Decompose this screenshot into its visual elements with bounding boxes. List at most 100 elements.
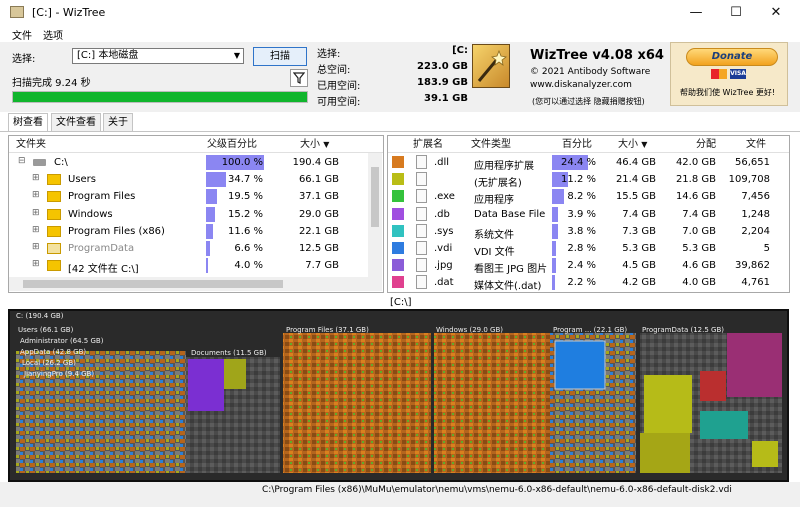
filetype-color-swatch <box>392 224 404 237</box>
menu-bar <box>0 26 800 42</box>
website-link[interactable]: www.diskanalyzer.com <box>530 80 632 90</box>
filetype-ext: .db <box>434 208 450 220</box>
type-col-files[interactable]: 文件 <box>746 137 766 153</box>
filetype-alloc: 4.0 GB <box>682 277 716 289</box>
tree-hscroll[interactable] <box>9 277 382 291</box>
expand-toggle-icon[interactable]: ⊞ <box>32 225 40 235</box>
stats-used-value: 183.9 GB <box>417 77 468 88</box>
tree-col-size[interactable]: 大小 ▼ <box>300 137 329 153</box>
filetype-size: 7.3 GB <box>622 225 656 237</box>
filetype-name: 看图王 JPG 图片 <box>474 264 548 276</box>
tree-vscroll[interactable] <box>368 153 382 277</box>
treemap[interactable] <box>8 309 789 482</box>
tree-row-name: Users <box>68 174 97 186</box>
filetype-row[interactable]: .dll 应用程序扩展 24.4 % 46.4 GB 42.0 GB 56,651 <box>388 154 788 172</box>
filetype-size: 7.4 GB <box>622 208 656 220</box>
close-button[interactable]: ✕ <box>756 2 796 24</box>
filetype-color-swatch <box>392 173 404 186</box>
filetype-row[interactable]: (无扩展名) 11.2 % 21.4 GB 21.8 GB 109,708 <box>388 171 788 189</box>
expand-toggle-icon[interactable]: ⊞ <box>32 208 40 218</box>
type-col-size[interactable]: 大小 ▼ <box>618 137 647 153</box>
filetype-row[interactable]: .jpg 看图王 JPG 图片 2.4 % 4.5 GB 4.6 GB 39,862 <box>388 257 788 276</box>
filetype-ext: .vdi <box>434 243 453 254</box>
scan-button[interactable]: 扫描 <box>253 47 307 66</box>
expand-toggle-icon[interactable]: ⊞ <box>32 259 40 269</box>
copyright-text: © 2021 Antibody Software <box>530 67 651 77</box>
filter-button[interactable] <box>290 69 308 87</box>
donate-hide-note: (您可以通过选择 隐藏捐赠按钮) <box>532 97 645 106</box>
treemap-label-users: Users (66.1 GB) <box>18 326 74 334</box>
minimize-button[interactable]: — <box>676 2 716 24</box>
file-icon <box>416 275 427 290</box>
filetype-row[interactable]: .sys 系统文件 3.8 % 7.3 GB 7.0 GB 2,204 <box>388 223 788 241</box>
filetype-row[interactable]: .db Data Base File 3.9 % 7.4 GB 7.4 GB 1,248 <box>388 206 788 223</box>
menu-options[interactable]: 选项 <box>43 27 63 42</box>
tree-col-size-label: 大小 <box>300 139 320 150</box>
window-title: [C:] - WizTree <box>32 6 106 19</box>
filetype-ext: .jpg <box>434 260 453 272</box>
filetype-row[interactable]: .vdi VDI 文件 2.8 % 5.3 GB 5.3 GB 5 <box>388 240 788 258</box>
expand-toggle-icon[interactable]: ⊞ <box>32 173 40 183</box>
select-label: 选择: <box>12 54 36 65</box>
menu-file[interactable]: 文件 <box>12 27 32 42</box>
tree-vscroll-thumb[interactable] <box>371 167 379 227</box>
tree-row-pct: 19.5 % <box>228 191 263 203</box>
maximize-button[interactable]: ☐ <box>716 2 756 24</box>
tree-row-size: 22.1 GB <box>298 225 339 237</box>
tree-row[interactable]: ⊞ Program Files (x86) 11.6 % 22.1 GB <box>9 223 368 240</box>
tree-row-pct: 4.0 % <box>234 260 263 272</box>
treemap-canvas[interactable] <box>10 311 787 480</box>
tree-header-divider <box>9 152 383 153</box>
tree-row[interactable]: ⊞ [42 文件在 C:\] 4.0 % 7.7 GB <box>9 257 368 276</box>
treemap-label-jianying: JianyingPro (9.4 GB) <box>24 370 95 378</box>
expand-toggle-icon[interactable]: ⊞ <box>32 242 40 252</box>
treemap-label-root: C: (190.4 GB) <box>16 312 64 320</box>
tree-row-pct: 6.6 % <box>234 243 263 254</box>
filetype-size: 5.3 GB <box>622 243 656 254</box>
filetype-color-swatch <box>392 242 404 254</box>
tree-row[interactable]: ⊟ C:\ 100.0 % 190.4 GB <box>9 154 368 171</box>
file-icon <box>416 241 427 255</box>
tab-tree-view[interactable]: 树查看 <box>8 113 48 131</box>
tree-row[interactable]: ⊞ Users 34.7 % 66.1 GB <box>9 171 368 188</box>
filetype-color-swatch <box>392 156 404 168</box>
filetype-files: 109,708 <box>728 174 770 186</box>
type-col-alloc[interactable]: 分配 <box>696 137 716 153</box>
drive-select-value: [C:] 本地磁盘 <box>77 50 139 61</box>
type-col-type[interactable]: 文件类型 <box>471 137 511 153</box>
donate-text: 帮助我们使 WizTree 更好! <box>680 88 776 97</box>
donate-button[interactable]: Donate <box>686 48 778 66</box>
filetype-ext: .sys <box>434 225 454 237</box>
drive-select[interactable]: [C:] 本地磁盘 ▼ <box>72 48 244 64</box>
expand-toggle-icon[interactable]: ⊟ <box>18 156 26 166</box>
tree-row[interactable]: ⊞ ProgramData 6.6 % 12.5 GB <box>9 240 368 257</box>
filetype-row[interactable]: .exe 应用程序 8.2 % 15.5 GB 14.6 GB 7,456 <box>388 188 788 206</box>
tree-row-size: 37.1 GB <box>298 191 339 203</box>
filetype-alloc: 21.8 GB <box>675 174 716 186</box>
filetype-size: 4.2 GB <box>622 277 656 289</box>
tree-row[interactable]: ⊞ Windows 15.2 % 29.0 GB <box>9 206 368 223</box>
filetype-size: 46.4 GB <box>615 157 656 168</box>
type-col-ext[interactable]: 扩展名 <box>413 137 443 153</box>
tree-col-pct[interactable]: 父级百分比 <box>207 137 257 153</box>
tree-col-folder[interactable]: 文件夹 <box>16 137 46 153</box>
expand-toggle-icon[interactable]: ⊞ <box>32 190 40 200</box>
filter-icon <box>292 72 306 84</box>
scan-progress-bar <box>12 91 308 103</box>
filetype-alloc: 4.6 GB <box>682 260 716 272</box>
filetype-row[interactable]: .dat 媒体文件(.dat) 2.2 % 4.2 GB 4.0 GB 4,761 <box>388 274 788 292</box>
type-col-pct[interactable]: 百分比 <box>562 137 592 153</box>
filetype-pct: 3.8 % <box>567 225 596 237</box>
tab-file-view[interactable]: 文件查看 <box>51 113 101 131</box>
drive-icon <box>33 159 46 166</box>
tree-hscroll-thumb[interactable] <box>23 280 283 288</box>
folder-icon <box>47 208 61 220</box>
filetype-files: 4,761 <box>741 277 770 289</box>
file-icon <box>416 155 427 169</box>
tree-row[interactable]: ⊞ Program Files 19.5 % 37.1 GB <box>9 188 368 205</box>
tree-row-size: 12.5 GB <box>298 243 339 254</box>
filetype-alloc: 5.3 GB <box>682 243 716 254</box>
mastercard-icon <box>711 69 727 79</box>
tab-about[interactable]: 关于 <box>103 113 133 131</box>
tree-row-name: [42 文件在 C:\] <box>68 264 139 276</box>
